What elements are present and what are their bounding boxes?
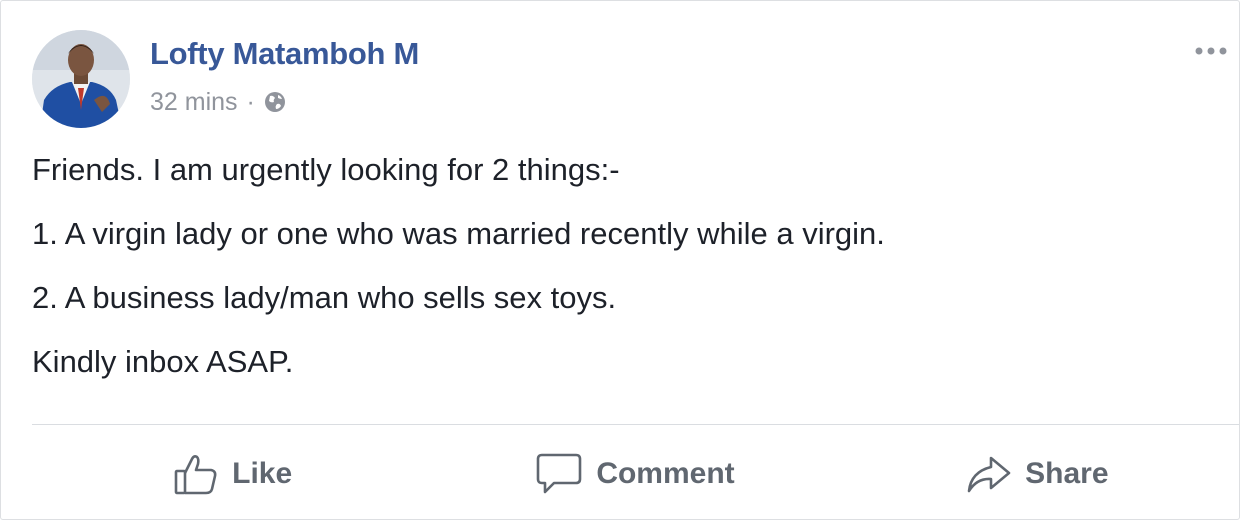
actions-divider (32, 424, 1239, 425)
post-text-line: Friends. I am urgently looking for 2 thi… (32, 152, 620, 187)
globe-icon[interactable] (263, 90, 287, 114)
share-button[interactable]: Share (837, 441, 1239, 507)
more-options-icon[interactable] (1191, 41, 1231, 61)
thumbs-up-icon (174, 453, 218, 495)
meta-separator: · (246, 87, 255, 116)
comment-label: Comment (596, 457, 735, 490)
post-card: Lofty Matamboh M 32 mins · Friends. I am… (0, 0, 1240, 520)
like-button[interactable]: Like (32, 441, 434, 507)
post-text-line: 2. A business lady/man who sells sex toy… (32, 280, 617, 315)
post-timestamp[interactable]: 32 mins (150, 88, 238, 117)
speech-bubble-icon (536, 452, 582, 496)
author-avatar[interactable] (32, 30, 130, 128)
avatar-image (32, 30, 130, 128)
post-text-line: Kindly inbox ASAP. (32, 344, 294, 379)
post-actions: Like Comment Share (32, 441, 1239, 507)
comment-button[interactable]: Comment (434, 441, 836, 507)
post-text-line: 1. A virgin lady or one who was married … (32, 216, 885, 251)
author-name-link[interactable]: Lofty Matamboh M (150, 36, 419, 72)
like-label: Like (232, 457, 293, 490)
post-body: Friends. I am urgently looking for 2 thi… (32, 151, 1212, 407)
share-arrow-icon (967, 454, 1011, 494)
share-label: Share (1025, 457, 1109, 490)
post-meta: 32 mins · (150, 87, 287, 117)
